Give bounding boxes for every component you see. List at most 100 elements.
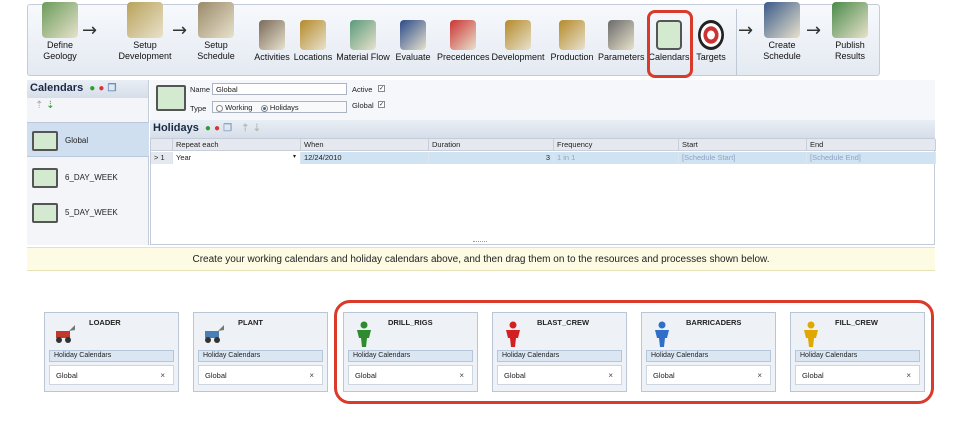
global-checkbox[interactable]: ✓	[378, 101, 385, 108]
column-header-duration[interactable]: Duration	[429, 139, 554, 151]
material-flow-icon	[350, 20, 376, 50]
ribbon-step-label: Setup Development	[118, 40, 172, 61]
ribbon-step-create-schedule[interactable]: Create Schedule	[752, 2, 812, 62]
type-label: Type	[190, 104, 207, 113]
calendar-item-5-day-week[interactable]: 5_DAY_WEEK	[27, 195, 149, 230]
duration-cell[interactable]: 3	[429, 152, 554, 164]
ribbon-step-targets[interactable]: Targets	[694, 2, 728, 63]
ribbon-step-publish-results[interactable]: Publish Results	[822, 2, 878, 62]
column-header-frequency[interactable]: Frequency	[554, 139, 679, 151]
assigned-calendar-label: Global	[205, 371, 227, 380]
move-up-icon[interactable]: ⇡	[241, 123, 249, 134]
person-resources-highlight	[334, 300, 934, 404]
close-icon[interactable]: ×	[309, 371, 314, 380]
ribbon-step-label: Locations	[293, 52, 333, 62]
splitter-handle[interactable]	[473, 241, 487, 243]
start-cell[interactable]: [Schedule Start]	[679, 152, 807, 164]
column-header-repeat-each[interactable]: Repeat each	[173, 139, 301, 151]
ribbon-step-label: Define Geology	[43, 40, 77, 61]
plant-icon	[202, 321, 226, 345]
calendars-header: Calendars ● ● ❐	[27, 80, 148, 98]
targets-icon	[698, 20, 724, 50]
ribbon-step-precedences[interactable]: Precedences	[437, 2, 490, 63]
evaluate-icon	[400, 20, 426, 50]
ribbon-step-locations[interactable]: Locations	[292, 2, 334, 63]
row-indicator-header	[151, 139, 173, 151]
column-header-end[interactable]: End	[807, 139, 936, 151]
remove-holiday-icon[interactable]: ●	[214, 123, 220, 134]
precedences-icon	[450, 20, 476, 50]
ribbon-step-label: Precedences	[437, 52, 490, 62]
resource-name: PLANT	[238, 318, 263, 327]
repeat-each-select[interactable]: Year ▾	[173, 152, 301, 164]
repeat-each-value: Year	[176, 153, 192, 162]
ribbon-step-label: Evaluate	[395, 52, 431, 62]
ribbon-step-setup-schedule[interactable]: Setup Schedule	[193, 2, 239, 62]
publish-results-icon	[832, 2, 868, 38]
remove-calendar-icon[interactable]: ●	[98, 83, 104, 94]
calendars-panel: Calendars ● ● ❐ ⇡ ⇣ Global 6_DAY_WEEK 5_…	[27, 80, 149, 245]
instruction-hint: Create your working calendars and holida…	[27, 247, 935, 271]
calendars-highlight	[647, 10, 693, 78]
calendar-item-6-day-week[interactable]: 6_DAY_WEEK	[27, 160, 149, 195]
end-cell[interactable]: [Schedule End]	[807, 152, 936, 164]
geology-blocks-icon	[42, 2, 78, 38]
holiday-calendars-header: Holiday Calendars	[49, 350, 174, 362]
when-cell[interactable]: 12/24/2010	[301, 152, 429, 164]
name-input[interactable]: Global	[212, 83, 347, 95]
calendar-large-icon	[156, 85, 186, 111]
workflow-arrow-icon: →	[172, 20, 188, 41]
resource-card-plant[interactable]: PLANT Holiday Calendars Global ×	[193, 312, 328, 392]
frequency-cell[interactable]: 1 in 1	[554, 152, 679, 164]
move-down-icon[interactable]: ⇣	[253, 123, 261, 134]
calendars-title: Calendars	[30, 82, 84, 94]
calendar-icon	[32, 168, 58, 188]
row-index: 1	[160, 153, 165, 162]
calendar-item-label: Global	[65, 136, 89, 145]
active-checkbox[interactable]: ✓	[378, 85, 385, 92]
add-holiday-icon[interactable]: ●	[205, 123, 211, 134]
calendars-toolbar: ⇡ ⇣	[27, 98, 148, 116]
holidays-header: Holidays ● ● ❐ ⇡ ⇣	[150, 120, 935, 138]
close-icon[interactable]: ×	[160, 371, 165, 380]
working-radio-label: Working	[225, 103, 253, 112]
chevron-down-icon: ▾	[292, 154, 296, 160]
ribbon-step-material-flow[interactable]: Material Flow	[335, 2, 391, 63]
global-label: Global	[352, 101, 374, 110]
calendar-item-global[interactable]: Global	[27, 122, 149, 157]
holidays-radio-label: Holidays	[269, 103, 299, 112]
ribbon-step-production[interactable]: Production	[548, 2, 596, 63]
copy-holiday-icon[interactable]: ❐	[223, 123, 232, 134]
ribbon-step-development[interactable]: Development	[490, 2, 546, 63]
column-header-when[interactable]: When	[301, 139, 429, 151]
calendar-form: Name Global Type Working Holidays Active…	[150, 80, 935, 120]
calendar-item-label: 6_DAY_WEEK	[65, 173, 118, 182]
assigned-calendar[interactable]: Global ×	[198, 365, 323, 385]
assigned-calendar[interactable]: Global ×	[49, 365, 174, 385]
ribbon-step-activities[interactable]: Activities	[252, 2, 292, 63]
holidays-radio[interactable]	[260, 104, 268, 112]
production-icon	[559, 20, 585, 50]
setup-development-icon	[127, 2, 163, 38]
activities-icon	[259, 20, 285, 50]
active-label: Active	[352, 85, 373, 94]
row-pointer-icon: >	[154, 153, 159, 162]
row-indicator[interactable]: > 1	[151, 152, 173, 164]
ribbon-step-evaluate[interactable]: Evaluate	[393, 2, 433, 63]
move-down-icon[interactable]: ⇣	[46, 100, 54, 111]
parameters-icon	[608, 20, 634, 50]
ribbon-step-parameters[interactable]: Parameters	[598, 2, 645, 63]
working-radio[interactable]	[216, 104, 223, 112]
copy-calendar-icon[interactable]: ❐	[107, 83, 116, 94]
add-calendar-icon[interactable]: ●	[89, 83, 95, 94]
resource-card-loader[interactable]: LOADER Holiday Calendars Global ×	[44, 312, 179, 392]
calendar-icon	[32, 131, 58, 151]
resource-name: LOADER	[89, 318, 121, 327]
ribbon-step-label: Setup Schedule	[197, 40, 235, 61]
create-schedule-icon	[764, 2, 800, 38]
workflow-arrow-icon: →	[806, 20, 822, 41]
column-header-start[interactable]: Start	[679, 139, 807, 151]
ribbon-step-label: Parameters	[598, 52, 645, 62]
calendar-item-label: 5_DAY_WEEK	[65, 208, 118, 217]
move-up-icon[interactable]: ⇡	[35, 100, 43, 111]
